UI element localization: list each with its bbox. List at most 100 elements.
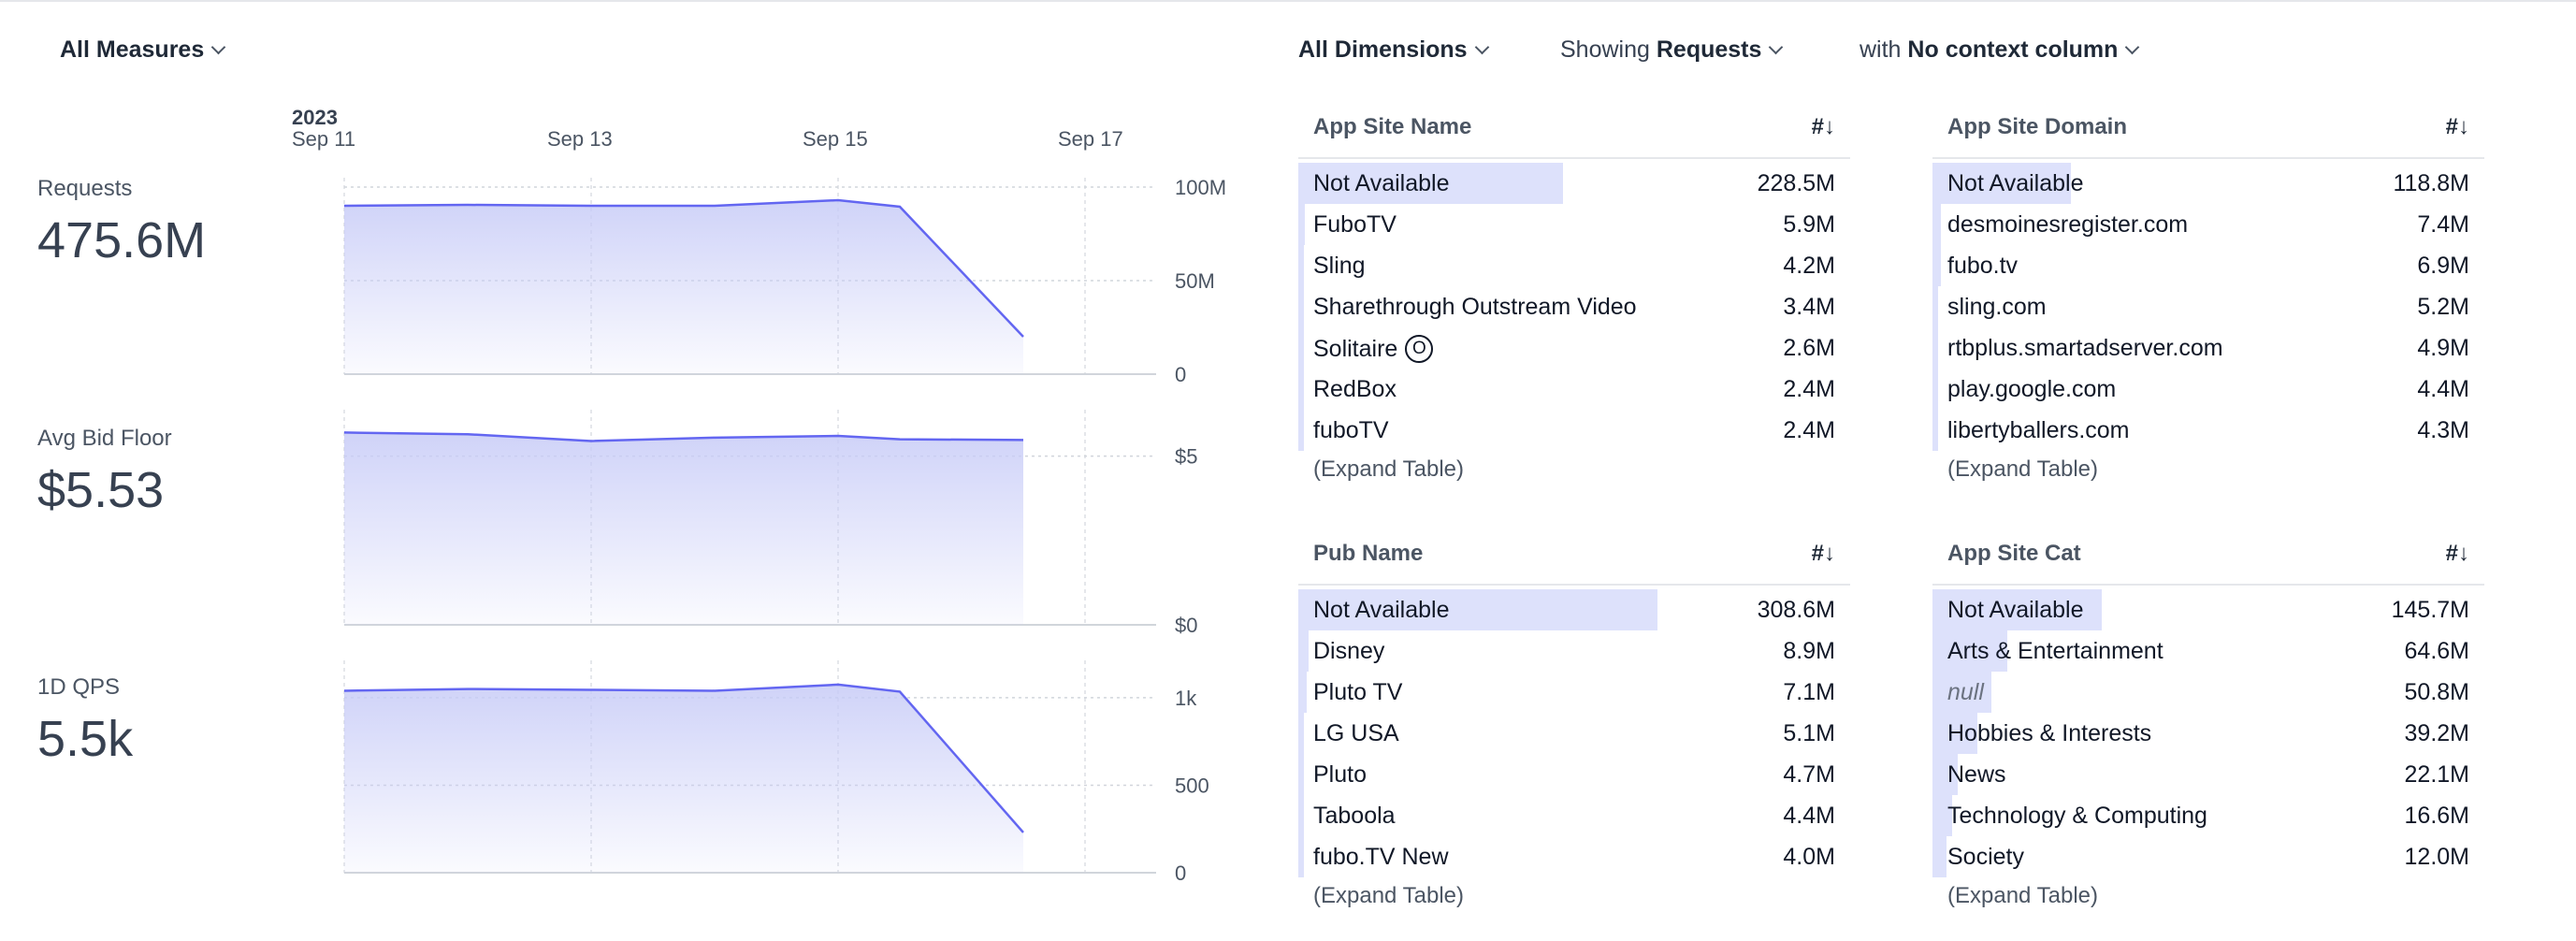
- row-label-text: Sling: [1313, 253, 1366, 279]
- row-value: 39.2M: [2404, 720, 2469, 746]
- row-label-text: play.google.com: [1947, 376, 2117, 402]
- row-label-text: Not Available: [1947, 597, 2084, 623]
- share-bar: [1298, 795, 1304, 836]
- showing-measure-dropdown[interactable]: Showing Requests: [1560, 36, 1784, 64]
- row-label: sling.com: [1947, 294, 2047, 321]
- row-value: 6.9M: [2417, 253, 2469, 279]
- leaderboard-row-fubotv[interactable]: fuboTV 2.4M: [1298, 410, 1850, 451]
- sort-label: #: [2445, 541, 2458, 566]
- leaderboard-row-not-available[interactable]: Not Available 118.8M: [1932, 163, 2484, 204]
- row-label-text: sling.com: [1947, 294, 2047, 320]
- expand-table-link[interactable]: (Expand Table): [1947, 456, 2098, 483]
- row-value: 2.4M: [1783, 417, 1835, 443]
- circle-o-icon: O: [1405, 335, 1434, 363]
- leaderboard-row-hobbies-interests[interactable]: Hobbies & Interests 39.2M: [1932, 713, 2484, 754]
- leaderboard-row-pluto[interactable]: Pluto 4.7M: [1298, 754, 1850, 795]
- leaderboard-row-sling[interactable]: Sling 4.2M: [1298, 245, 1850, 286]
- leaderboard-row-sling-com[interactable]: sling.com 5.2M: [1932, 286, 2484, 327]
- row-label: Hobbies & Interests: [1947, 720, 2151, 747]
- leaderboard-row-pluto-tv[interactable]: Pluto TV 7.1M: [1298, 672, 1850, 713]
- expand-table-link[interactable]: (Expand Table): [1947, 883, 2098, 909]
- row-label: libertyballers.com: [1947, 417, 2130, 444]
- row-value: 5.9M: [1783, 211, 1835, 238]
- leaderboard-title: Pub Name: [1313, 541, 1424, 566]
- leaderboard-row-society[interactable]: Society 12.0M: [1932, 836, 2484, 877]
- leaderboard-row-news[interactable]: News 22.1M: [1932, 754, 2484, 795]
- leaderboard-row-libertyballers-com[interactable]: libertyballers.com 4.3M: [1932, 410, 2484, 451]
- leaderboard-row-solitaire[interactable]: Solitaire O 2.6M: [1298, 327, 1850, 369]
- leaderboard-row-technology-computing[interactable]: Technology & Computing 16.6M: [1932, 795, 2484, 836]
- leaderboard-row-desmoinesregister-com[interactable]: desmoinesregister.com 7.4M: [1932, 204, 2484, 245]
- leaderboard-row-fubo-tv-new[interactable]: fubo.TV New 4.0M: [1298, 836, 1850, 877]
- leaderboard-row-fubo-tv[interactable]: fubo.tv 6.9M: [1932, 245, 2484, 286]
- leaderboard-header: App Site Cat #↓: [1932, 541, 2484, 586]
- chevron-down-icon: [1474, 39, 1489, 55]
- row-value: 7.1M: [1783, 679, 1835, 705]
- share-bar: [1932, 836, 1946, 877]
- row-label-text: Society: [1947, 844, 2024, 870]
- all-dimensions-label: All Dimensions: [1298, 36, 1468, 63]
- row-label-text: desmoinesregister.com: [1947, 211, 2189, 238]
- row-label-text: fubo.tv: [1947, 253, 2019, 279]
- share-bar: [1298, 245, 1304, 286]
- leaderboard-row-redbox[interactable]: RedBox 2.4M: [1298, 369, 1850, 410]
- sort-toggle[interactable]: #↓: [2446, 114, 2469, 140]
- leaderboard-row-rtbplus-smartadserver-com[interactable]: rtbplus.smartadserver.com 4.9M: [1932, 327, 2484, 369]
- row-label-text: libertyballers.com: [1947, 417, 2130, 443]
- row-label-text: Taboola: [1313, 803, 1396, 829]
- series-area: [344, 684, 1023, 873]
- row-label: Technology & Computing: [1947, 803, 2207, 830]
- y-tick-label: $5: [1175, 445, 1197, 469]
- leaderboard-row-not-available[interactable]: Not Available 228.5M: [1298, 163, 1850, 204]
- sort-toggle[interactable]: #↓: [1812, 114, 1835, 140]
- leaderboard-row-taboola[interactable]: Taboola 4.4M: [1298, 795, 1850, 836]
- row-value: 12.0M: [2404, 844, 2469, 870]
- leaderboard-header: App Site Domain #↓: [1932, 114, 2484, 159]
- context-value: No context column: [1907, 36, 2119, 63]
- row-value: 64.6M: [2404, 638, 2469, 664]
- row-value: 3.4M: [1783, 294, 1835, 320]
- sort-toggle[interactable]: #↓: [2446, 541, 2469, 567]
- leaderboard-row-null[interactable]: null 50.8M: [1932, 672, 2484, 713]
- context-column-dropdown[interactable]: with No context column: [1860, 36, 2140, 64]
- expand-table-link[interactable]: (Expand Table): [1313, 456, 1464, 483]
- row-value: 308.6M: [1757, 597, 1835, 623]
- arrow-down-icon: ↓: [1824, 541, 1835, 566]
- y-tick-label: 500: [1175, 774, 1209, 797]
- row-label-text: Hobbies & Interests: [1947, 720, 2152, 746]
- row-label: LG USA: [1313, 720, 1399, 747]
- time-series-charts: 2023 Sep 11 Sep 13 Sep 15 Sep 17 100M 50M…: [292, 106, 1226, 885]
- leaderboard-title: App Site Name: [1313, 114, 1472, 139]
- row-label-text: Pluto TV: [1313, 679, 1403, 705]
- leaderboard-row-disney[interactable]: Disney 8.9M: [1298, 630, 1850, 672]
- leaderboard-row-sharethrough-outstream-video[interactable]: Sharethrough Outstream Video 3.4M: [1298, 286, 1850, 327]
- row-label-text: Technology & Computing: [1947, 803, 2207, 829]
- y-tick-label: 0: [1175, 861, 1186, 885]
- sort-toggle[interactable]: #↓: [1812, 541, 1835, 567]
- sort-label: #: [1811, 114, 1824, 139]
- share-bar: [1932, 410, 1938, 451]
- row-label-text: LG USA: [1313, 720, 1399, 746]
- axis-year: 2023: [292, 106, 338, 129]
- row-value: 4.4M: [1783, 803, 1835, 829]
- row-value: 5.1M: [1783, 720, 1835, 746]
- arrow-down-icon: ↓: [1824, 114, 1835, 139]
- all-dimensions-dropdown[interactable]: All Dimensions: [1298, 36, 1489, 64]
- leaderboard-row-play-google-com[interactable]: play.google.com 4.4M: [1932, 369, 2484, 410]
- showing-prefix: Showing: [1560, 36, 1650, 63]
- leaderboard-row-not-available[interactable]: Not Available 145.7M: [1932, 589, 2484, 630]
- expand-table-link[interactable]: (Expand Table): [1313, 883, 1464, 909]
- leaderboard-row-arts-entertainment[interactable]: Arts & Entertainment 64.6M: [1932, 630, 2484, 672]
- leaderboard-row-not-available[interactable]: Not Available 308.6M: [1298, 589, 1850, 630]
- row-label: play.google.com: [1947, 376, 2116, 403]
- chart-1d-qps: 1k 500 0: [343, 660, 1209, 885]
- axis-date-sep-11: Sep 11: [292, 127, 355, 151]
- row-value: 145.7M: [2391, 597, 2469, 623]
- row-label: Arts & Entertainment: [1947, 638, 2164, 665]
- row-label-text: fuboTV: [1313, 417, 1389, 443]
- row-label-text: Solitaire: [1313, 335, 1398, 362]
- leaderboard-row-lg-usa[interactable]: LG USA 5.1M: [1298, 713, 1850, 754]
- row-label: News: [1947, 761, 2006, 789]
- leaderboard-title: App Site Cat: [1947, 541, 2081, 566]
- leaderboard-row-fubotv[interactable]: FuboTV 5.9M: [1298, 204, 1850, 245]
